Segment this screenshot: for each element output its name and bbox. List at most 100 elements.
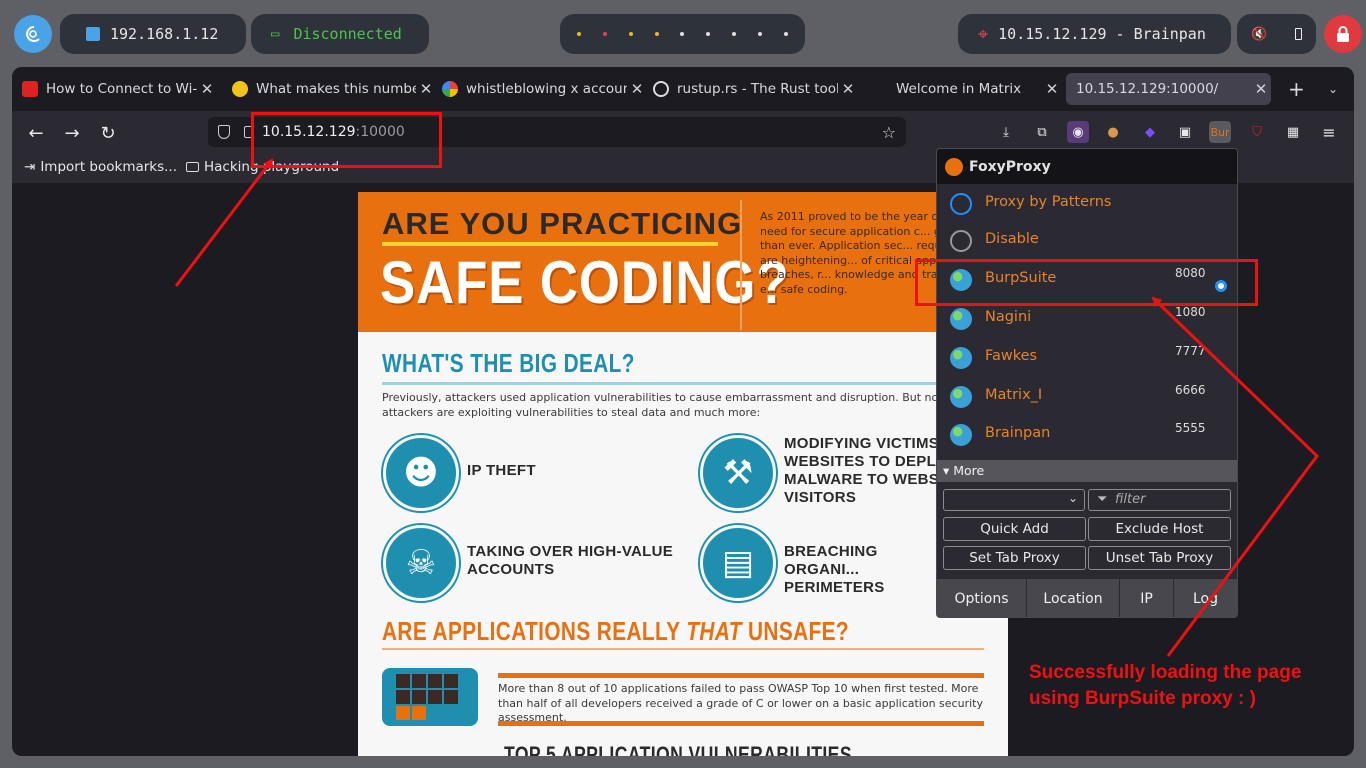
- forward-button[interactable]: →: [58, 119, 86, 147]
- workspace-dot[interactable]: [628, 32, 633, 36]
- battery-icon: [1295, 28, 1303, 40]
- lock-screen-button[interactable]: [1324, 15, 1362, 53]
- bookmark-import[interactable]: ⇥ Import bookmarks...: [24, 159, 177, 175]
- qr-extension-icon[interactable]: ▦: [1282, 121, 1304, 143]
- workspace-dot[interactable]: [680, 32, 685, 36]
- globe-icon: [950, 308, 972, 330]
- tab[interactable]: Welcome in Matrix ✕: [862, 73, 1062, 105]
- menu-icon[interactable]: ≡: [1318, 121, 1340, 143]
- bookmark-star-icon[interactable]: ☆: [882, 123, 896, 142]
- ip-widget[interactable]: 192.168.1.12: [60, 14, 246, 54]
- incognito-extension-icon[interactable]: ◉: [1067, 121, 1089, 143]
- section-heading: ARE APPLICATIONS REALLY THAT UNSAFE?: [382, 616, 849, 647]
- volume-battery-widget[interactable]: 🔇: [1237, 14, 1316, 54]
- unset-tab-proxy-button[interactable]: Unset Tab Proxy: [1088, 546, 1231, 570]
- close-tab-icon[interactable]: ✕: [1251, 80, 1271, 98]
- downloads-icon[interactable]: ⤓: [995, 121, 1017, 143]
- shield-icon[interactable]: [218, 125, 230, 139]
- workspace-dot[interactable]: [654, 32, 659, 36]
- google-favicon-icon: [442, 81, 458, 97]
- debian-menu-button[interactable]: [14, 15, 52, 53]
- url-highlight-box: [251, 112, 442, 168]
- heading-part: ARE APPLICATIONS REALLY: [382, 616, 687, 646]
- infographic: ARE YOU PRACTICING SAFE CODING? As 2011 …: [358, 192, 1008, 756]
- globe-icon: [950, 386, 972, 408]
- hack-extension-icon[interactable]: ▣: [1174, 121, 1196, 143]
- tab[interactable]: rustup.rs - The Rust tool ✕: [643, 73, 858, 105]
- proxy-brainpan[interactable]: Brainpan 5555: [937, 415, 1237, 453]
- proxy-port: 7777: [1175, 344, 1206, 358]
- close-tab-icon[interactable]: ✕: [1042, 80, 1062, 98]
- blank-favicon-icon: [872, 81, 888, 97]
- hero-divider: [740, 200, 742, 330]
- foxyproxy-extension-icon[interactable]: Bur: [1209, 121, 1231, 143]
- filter-icon: ⏷: [1097, 492, 1108, 507]
- exclude-host-button[interactable]: Exclude Host: [1088, 517, 1231, 541]
- workspaces[interactable]: [560, 14, 805, 54]
- more-toggle[interactable]: ▾ More: [937, 460, 1237, 482]
- skull-icon: ☠: [383, 525, 459, 601]
- mode-label: Proxy by Patterns: [985, 194, 1112, 210]
- cookie-extension-icon[interactable]: ●: [1102, 121, 1124, 143]
- annotation-line: Successfully loading the page: [1029, 662, 1302, 683]
- mode-disable[interactable]: Disable: [937, 221, 1237, 259]
- hero-title-line1: ARE YOU PRACTICING: [382, 206, 743, 241]
- item-caption: BREACHING ORGANI... PERIMETERS: [784, 543, 885, 596]
- section-underline: [382, 648, 984, 650]
- mute-icon[interactable]: 🔇: [1251, 27, 1267, 42]
- filter-input[interactable]: ⏷ filter: [1088, 489, 1231, 511]
- tab[interactable]: How to Connect to Wi-Fi ✕: [12, 73, 217, 105]
- target-label: 10.15.12.129 - Brainpan: [998, 25, 1206, 43]
- ublock-extension-icon[interactable]: ⛉: [1246, 121, 1268, 143]
- log-button[interactable]: Log: [1174, 579, 1237, 617]
- foxyproxy-logo-icon: [945, 157, 963, 176]
- tab[interactable]: whistleblowing x account ✕: [432, 73, 647, 105]
- item-caption: TAKING OVER HIGH-VALUE ACCOUNTS: [467, 543, 674, 578]
- mode-proxy-by-patterns[interactable]: Proxy by Patterns: [937, 184, 1237, 222]
- section-heading: WHAT'S THE BIG DEAL?: [382, 348, 635, 378]
- back-button[interactable]: ←: [22, 119, 50, 147]
- wappalyzer-extension-icon[interactable]: ◆: [1139, 121, 1161, 143]
- reload-button[interactable]: ↻: [94, 119, 122, 147]
- close-tab-icon[interactable]: ✕: [197, 80, 217, 98]
- globe-icon: [950, 347, 972, 369]
- options-button[interactable]: Options: [937, 579, 1027, 617]
- tab-active[interactable]: 10.15.12.129:10000/ ✕: [1066, 73, 1271, 105]
- proxy-port: 5555: [1175, 421, 1206, 435]
- ip-button[interactable]: IP: [1120, 579, 1174, 617]
- proxy-select[interactable]: ⌄: [943, 489, 1085, 511]
- set-tab-proxy-button[interactable]: Set Tab Proxy: [943, 546, 1086, 570]
- tab-title: How to Connect to Wi-Fi: [46, 81, 197, 97]
- workspace-dot[interactable]: [576, 32, 581, 36]
- filter-placeholder: filter: [1115, 492, 1146, 507]
- globe-icon: [950, 424, 972, 446]
- quick-add-button[interactable]: Quick Add: [943, 517, 1086, 541]
- workspace-dot[interactable]: [758, 32, 763, 36]
- tab[interactable]: What makes this number ✕: [222, 73, 436, 105]
- target-widget[interactable]: ⌖ 10.15.12.129 - Brainpan: [958, 14, 1231, 54]
- vpn-widget[interactable]: ▭ Disconnected: [251, 14, 429, 54]
- close-tab-icon[interactable]: ✕: [838, 80, 858, 98]
- workspace-dot[interactable]: [783, 32, 788, 36]
- ip-theft-icon: ☻: [383, 435, 459, 511]
- proxy-port: 1080: [1175, 305, 1206, 319]
- workspace-dot[interactable]: [732, 32, 737, 36]
- text-bar-top: [498, 673, 984, 678]
- proxy-fawkes[interactable]: Fawkes 7777: [937, 338, 1237, 376]
- extensions-icon[interactable]: ⧉: [1031, 121, 1053, 143]
- proxy-matrix-i[interactable]: Matrix_I 6666: [937, 377, 1237, 415]
- workspace-dot[interactable]: [602, 32, 607, 36]
- import-icon: ⇥: [24, 159, 36, 175]
- hero-title-line2: SAFE CODING?: [380, 249, 790, 316]
- foxyproxy-footer: Options Location IP Log: [937, 579, 1237, 617]
- new-tab-button[interactable]: +: [1282, 73, 1312, 105]
- rocket-favicon-icon: [232, 81, 248, 97]
- ip-address: 192.168.1.12: [110, 25, 219, 43]
- stat-text: More than 8 out of 10 applications faile…: [498, 682, 983, 724]
- location-button[interactable]: Location: [1027, 579, 1120, 617]
- hammer-icon: ⚒: [700, 435, 776, 511]
- workspace-dot[interactable]: [706, 32, 711, 36]
- mode-label: Disable: [985, 231, 1039, 247]
- hero-rule: [382, 242, 718, 246]
- list-tabs-button[interactable]: ⌄: [1320, 73, 1350, 105]
